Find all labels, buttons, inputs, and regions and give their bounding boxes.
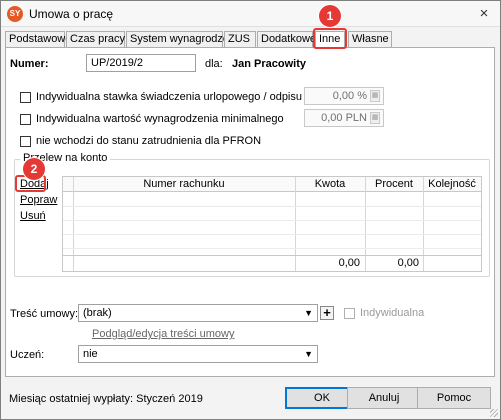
- window-title: Umowa o pracę: [29, 7, 114, 21]
- tresc-select-value: (brak): [83, 307, 112, 319]
- cb-indywidualna-stawka-label: Indywidualna stawka świadczenia urlopowe…: [36, 91, 349, 103]
- tab-highlight-frame: [313, 28, 347, 49]
- preview-edit-link[interactable]: Podgląd/edycja treści umowy: [92, 328, 234, 340]
- app-logo-icon: SY: [7, 6, 23, 22]
- tab-panel: Numer: UP/2019/2 dla: Jan Pracowity Indy…: [5, 47, 495, 377]
- step-badge-2: 2: [23, 158, 45, 180]
- cb-pfron-label: nie wchodzi do stanu zatrudnienia dla PF…: [36, 135, 262, 147]
- tab-czas-pracy[interactable]: Czas pracy: [66, 31, 125, 47]
- numer-input[interactable]: UP/2019/2: [86, 54, 196, 72]
- step-badge-1: 1: [319, 5, 341, 27]
- col-header-kwota[interactable]: Kwota: [295, 178, 365, 190]
- resize-grip-icon[interactable]: [490, 409, 498, 417]
- delete-link[interactable]: Usuń: [20, 210, 46, 222]
- accounts-table[interactable]: Numer rachunku Kwota Procent Kolejność 0…: [62, 176, 482, 272]
- uczen-select[interactable]: nie ▼: [78, 345, 318, 363]
- cb-indywidualna-stawka[interactable]: [20, 92, 31, 103]
- cb-indywidualna-tresc-label: Indywidualna: [360, 307, 425, 319]
- col-header-kolejnosc[interactable]: Kolejność: [423, 178, 481, 190]
- uczen-select-value: nie: [83, 348, 98, 360]
- dialog-window: SY Umowa o pracę × Podstawowe Czas pracy…: [0, 0, 501, 420]
- employee-name: Jan Pracowity: [232, 58, 306, 70]
- col-header-numer-rachunku[interactable]: Numer rachunku: [73, 178, 295, 190]
- wynagrodzenie-calc-icon: ▦: [370, 112, 380, 124]
- chevron-down-icon: ▼: [304, 308, 313, 318]
- total-procent: 0,00: [397, 257, 419, 269]
- cb-wynagrodzenie-minimalne[interactable]: [20, 114, 31, 125]
- tab-system-wynagrodzen[interactable]: System wynagrodzeń: [126, 31, 235, 47]
- cb-pfron[interactable]: [20, 136, 31, 147]
- dla-label: dla:: [205, 58, 223, 70]
- tresc-select[interactable]: (brak) ▼: [78, 304, 318, 322]
- tab-wlasne[interactable]: Własne: [348, 31, 392, 47]
- tresc-label: Treść umowy:: [10, 308, 79, 320]
- last-payment-status: Miesiąc ostatniej wypłaty: Styczeń 2019: [9, 393, 203, 405]
- numer-label: Numer:: [10, 58, 49, 70]
- col-header-procent[interactable]: Procent: [365, 178, 423, 190]
- edit-link[interactable]: Popraw: [20, 194, 57, 206]
- chevron-down-icon: ▼: [304, 349, 313, 359]
- help-button[interactable]: Pomoc: [417, 387, 491, 409]
- title-bar: SY Umowa o pracę ×: [1, 1, 500, 27]
- tab-dodatkowe[interactable]: Dodatkowe: [257, 31, 316, 47]
- tab-zus[interactable]: ZUS: [224, 31, 256, 47]
- tab-podstawowe[interactable]: Podstawowe: [5, 31, 71, 47]
- cb-wynagrodzenie-minimalne-label: Indywidualna wartość wynagrodzenia minim…: [36, 113, 284, 125]
- stawka-calc-icon: ▦: [370, 90, 380, 102]
- uczen-label: Uczeń:: [10, 349, 45, 361]
- total-kwota: 0,00: [338, 257, 360, 269]
- cancel-button[interactable]: Anuluj: [347, 387, 421, 409]
- add-template-button[interactable]: +: [320, 306, 334, 320]
- close-icon[interactable]: ×: [474, 4, 494, 24]
- cb-indywidualna-tresc: [344, 308, 355, 319]
